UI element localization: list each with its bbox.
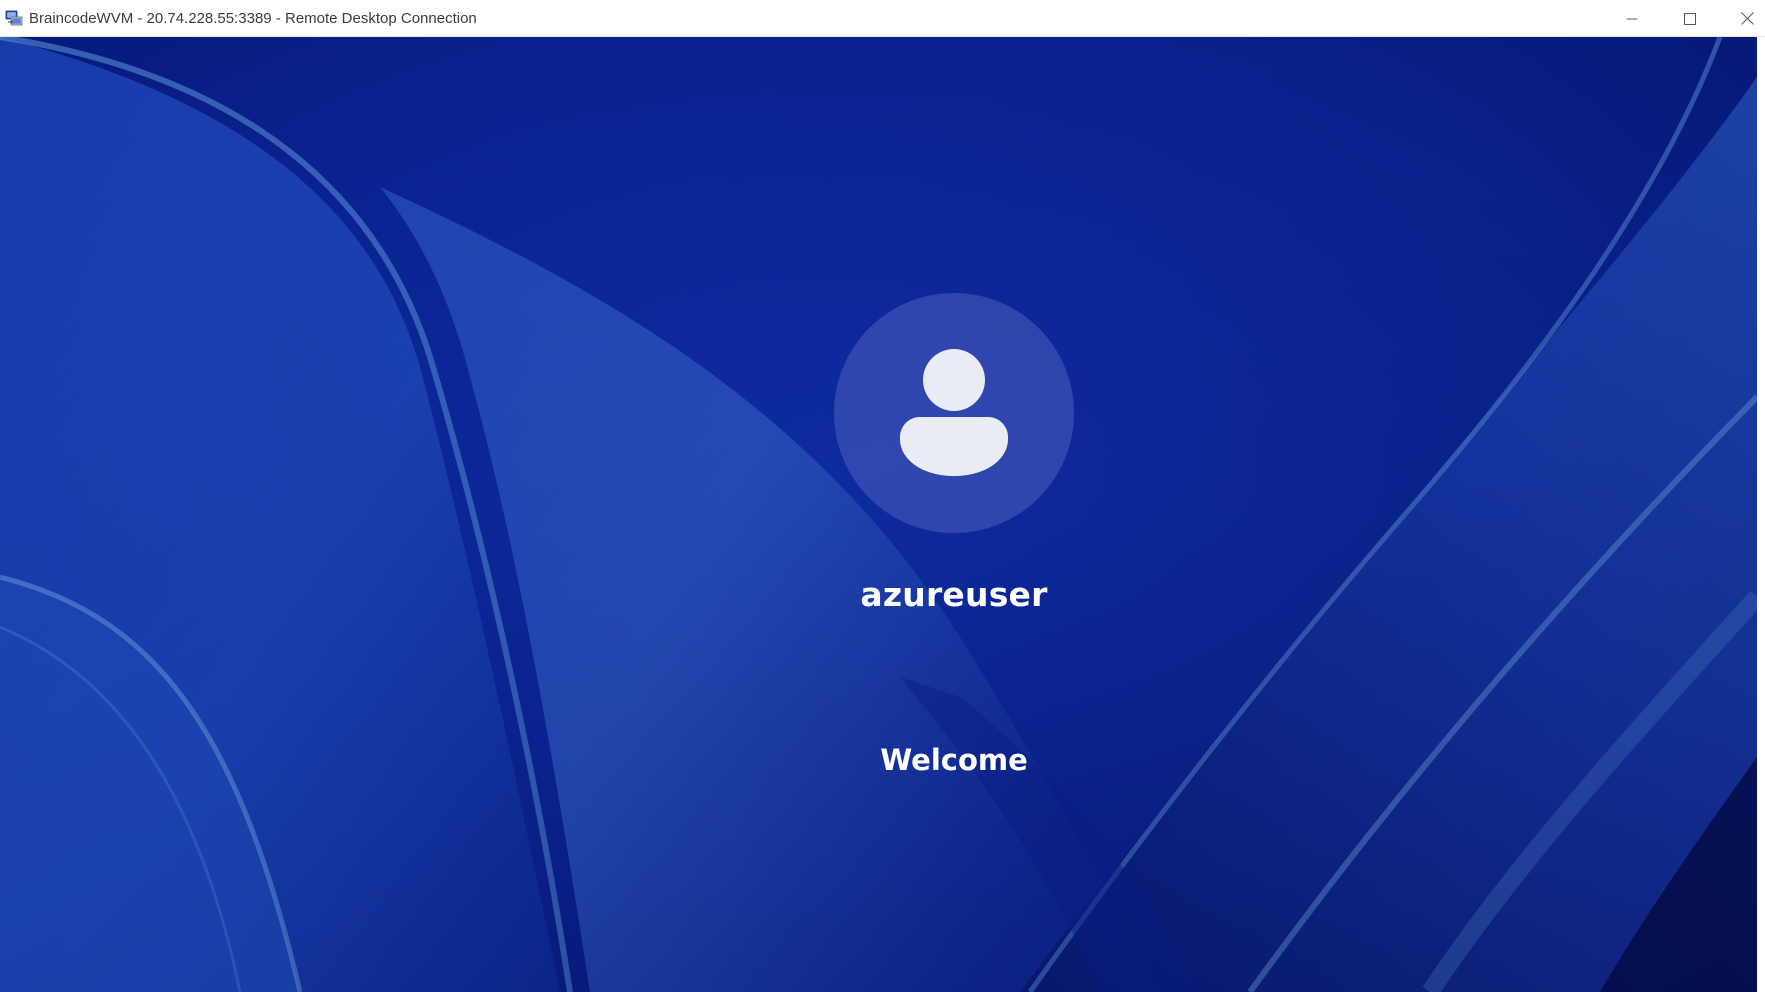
- remote-desktop-icon: [5, 10, 23, 26]
- remote-session-screen[interactable]: azureuser Welcome: [0, 37, 1757, 992]
- title-bar[interactable]: BraincodeWVM - 20.74.228.55:3389 - Remot…: [0, 0, 1765, 37]
- minimize-button[interactable]: [1603, 0, 1661, 37]
- window-right-border: [1757, 37, 1765, 992]
- close-icon: [1740, 12, 1754, 25]
- maximize-button[interactable]: [1661, 0, 1719, 37]
- user-avatar-icon: [900, 349, 1008, 476]
- close-button[interactable]: [1718, 0, 1765, 37]
- window-title: BraincodeWVM - 20.74.228.55:3389 - Remot…: [29, 10, 477, 27]
- remote-desktop-window: BraincodeWVM - 20.74.228.55:3389 - Remot…: [0, 0, 1765, 992]
- maximize-icon: [1684, 12, 1696, 25]
- username-label: azureuser: [860, 575, 1048, 614]
- welcome-status-text: Welcome: [880, 743, 1028, 777]
- minimize-icon: [1626, 18, 1638, 19]
- user-avatar: [834, 293, 1074, 533]
